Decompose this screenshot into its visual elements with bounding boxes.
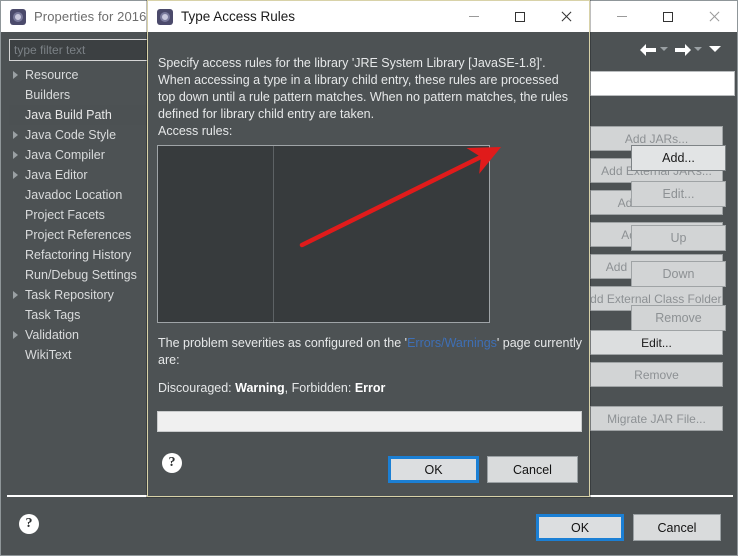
tree-item-javadoc-location[interactable]: Javadoc Location <box>9 185 151 205</box>
rules-button-edit: Edit... <box>631 181 726 207</box>
dialog-body: Specify access rules for the library 'JR… <box>148 32 726 496</box>
severity-values: Discouraged: Warning, Forbidden: Error <box>158 381 385 395</box>
severity-description: The problem severities as configured on … <box>158 335 582 369</box>
tree-item-validation[interactable]: Validation <box>9 325 151 345</box>
chevron-right-icon[interactable] <box>13 171 18 179</box>
properties-cancel-button[interactable]: Cancel <box>633 514 721 541</box>
dialog-cancel-button[interactable]: Cancel <box>487 456 578 483</box>
rules-button-up: Up <box>631 225 726 251</box>
close-icon[interactable] <box>691 1 737 32</box>
minimize-icon[interactable] <box>451 1 497 32</box>
dialog-description: Specify access rules for the library 'JR… <box>158 56 568 121</box>
column-divider <box>273 146 274 322</box>
tree-item-project-facets[interactable]: Project Facets <box>9 205 151 225</box>
filter-placeholder: type filter text <box>14 43 86 57</box>
severity-text-before: The problem severities as configured on … <box>158 336 408 350</box>
help-icon[interactable]: ? <box>162 453 182 473</box>
properties-tree[interactable]: Resource Builders Java Build Path Java Code… <box>9 65 151 489</box>
dialog-window-controls <box>451 1 589 32</box>
properties-navigation-bar <box>583 35 733 63</box>
chevron-right-icon[interactable] <box>13 71 18 79</box>
rules-button-remove: Remove <box>631 305 726 331</box>
properties-window-controls <box>599 1 737 32</box>
tree-item-label: Java Compiler <box>25 148 105 162</box>
filter-input[interactable]: type filter text <box>9 39 151 61</box>
status-field <box>157 411 582 432</box>
chevron-right-icon[interactable] <box>13 131 18 139</box>
gear-icon <box>157 8 173 25</box>
chevron-down-icon[interactable] <box>709 46 721 52</box>
tree-item-wikitext[interactable]: WikiText <box>9 345 151 365</box>
type-access-rules-dialog: Type Access Rules Specify access rules f… <box>147 0 726 497</box>
tree-item-label: Validation <box>25 328 79 342</box>
dialog-title: Type Access Rules <box>181 9 296 24</box>
build-path-button-migrate-jar-file: Migrate JAR File... <box>590 406 723 431</box>
arrow-right-icon[interactable] <box>674 42 691 57</box>
back-history-chevron-down-icon[interactable] <box>660 47 668 51</box>
rules-action-buttons: Add... Edit... Up Down Remove <box>631 145 727 331</box>
rules-button-down: Down <box>631 261 726 287</box>
tree-item-label: Javadoc Location <box>25 188 123 202</box>
severity-prefix: Discouraged: <box>158 381 236 395</box>
properties-ok-button[interactable]: OK <box>536 514 624 541</box>
access-rules-label: Access rules: <box>158 124 233 138</box>
tree-item-label: Resource <box>25 68 79 82</box>
help-icon[interactable]: ? <box>19 514 39 534</box>
tree-item-project-references[interactable]: Project References <box>9 225 151 245</box>
rules-button-add[interactable]: Add... <box>631 145 726 171</box>
gear-icon <box>10 8 26 25</box>
tree-item-label: WikiText <box>25 348 72 362</box>
access-rules-list[interactable] <box>157 145 490 323</box>
properties-window-title: Properties for 2016 <box>34 9 147 24</box>
build-path-button-edit[interactable]: Edit... <box>590 330 723 355</box>
tree-item-label: Project References <box>25 228 132 242</box>
build-path-button-remove: Remove <box>590 362 723 387</box>
chevron-right-icon[interactable] <box>13 291 18 299</box>
tree-item-label: Java Editor <box>25 168 88 182</box>
tree-item-label: Java Code Style <box>25 128 117 142</box>
maximize-icon[interactable] <box>497 1 543 32</box>
tree-item-label: Project Facets <box>25 208 105 222</box>
tree-item-resource[interactable]: Resource <box>9 65 151 85</box>
forward-history-chevron-down-icon[interactable] <box>694 47 702 51</box>
tree-item-java-editor[interactable]: Java Editor <box>9 165 151 185</box>
tree-item-label: Task Repository <box>25 288 114 302</box>
tree-item-run-debug-settings[interactable]: Run/Debug Settings <box>9 265 151 285</box>
dialog-ok-button[interactable]: OK <box>388 456 479 483</box>
close-icon[interactable] <box>543 1 589 32</box>
severity-middle: , Forbidden: <box>284 381 355 395</box>
tree-item-label: Builders <box>25 88 71 102</box>
tree-item-java-build-path[interactable]: Java Build Path <box>9 105 151 125</box>
tree-item-refactoring-history[interactable]: Refactoring History <box>9 245 151 265</box>
tree-item-java-code-style[interactable]: Java Code Style <box>9 125 151 145</box>
tree-item-task-tags[interactable]: Task Tags <box>9 305 151 325</box>
tree-item-java-compiler[interactable]: Java Compiler <box>9 145 151 165</box>
arrow-left-icon[interactable] <box>640 42 657 57</box>
build-path-content-area <box>590 71 735 96</box>
maximize-icon[interactable] <box>645 1 691 32</box>
severity-discouraged-value: Warning <box>235 381 285 395</box>
dialog-titlebar: Type Access Rules <box>148 1 589 32</box>
screen: Properties for 2016 type filter text Res… <box>0 0 738 556</box>
chevron-right-icon[interactable] <box>13 331 18 339</box>
tree-item-label: Run/Debug Settings <box>25 268 137 282</box>
tree-item-label: Task Tags <box>25 308 81 322</box>
tree-item-label: Refactoring History <box>25 248 132 262</box>
chevron-right-icon[interactable] <box>13 151 18 159</box>
tree-item-builders[interactable]: Builders <box>9 85 151 105</box>
minimize-icon[interactable] <box>599 1 645 32</box>
tree-item-task-repository[interactable]: Task Repository <box>9 285 151 305</box>
errors-warnings-link[interactable]: Errors/Warnings <box>407 336 497 350</box>
severity-forbidden-value: Error <box>354 381 386 395</box>
tree-item-label: Java Build Path <box>25 108 112 122</box>
